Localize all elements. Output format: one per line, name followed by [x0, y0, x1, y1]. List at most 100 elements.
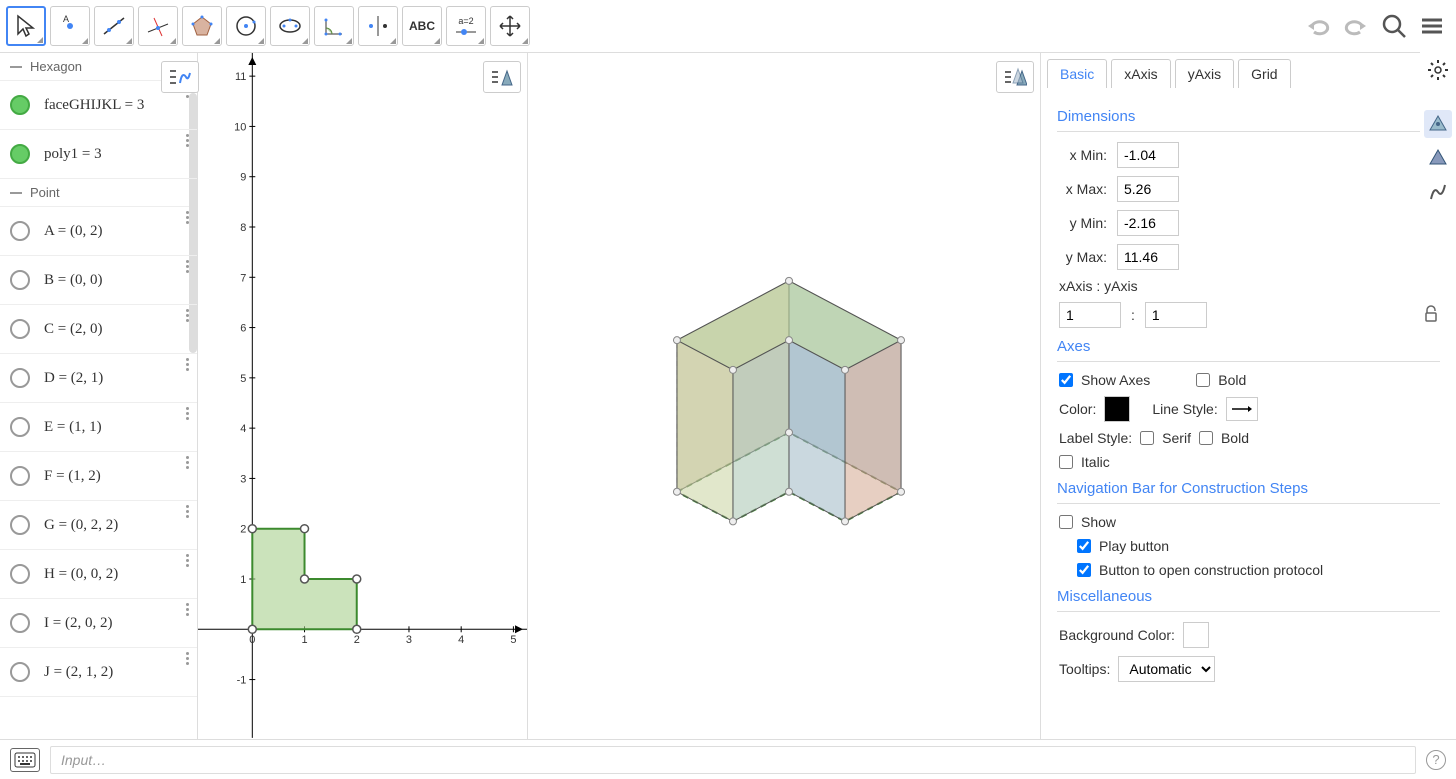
show-axes-checkbox[interactable] — [1059, 373, 1073, 387]
algebra-item[interactable]: G = (0, 2, 2) — [0, 501, 197, 550]
ellipse-tool[interactable] — [270, 6, 310, 46]
visibility-toggle[interactable] — [10, 613, 30, 633]
nav-protocol-label: Button to open construction protocol — [1099, 562, 1323, 578]
visibility-toggle[interactable] — [10, 270, 30, 290]
item-menu-icon[interactable] — [179, 358, 195, 371]
search-button[interactable] — [1376, 8, 1412, 44]
visibility-toggle[interactable] — [10, 417, 30, 437]
item-menu-icon[interactable] — [179, 134, 195, 147]
algebra-item[interactable]: I = (2, 0, 2) — [0, 599, 197, 648]
algebra-item[interactable]: B = (0, 0) — [0, 256, 197, 305]
svg-text:11: 11 — [235, 71, 246, 83]
graphics-style-button[interactable] — [483, 61, 521, 93]
ratio-y-input[interactable] — [1145, 302, 1207, 328]
xmin-input[interactable] — [1117, 142, 1179, 168]
view-3d-icon[interactable] — [1424, 144, 1452, 172]
ratio-label: xAxis : yAxis — [1059, 278, 1440, 294]
view-construction-icon[interactable] — [1424, 178, 1452, 206]
algebra-item[interactable]: J = (2, 1, 2) — [0, 648, 197, 697]
tab-basic[interactable]: Basic — [1047, 59, 1107, 88]
svg-text:5: 5 — [240, 373, 246, 385]
color-label: Color: — [1059, 401, 1096, 417]
item-menu-icon[interactable] — [179, 260, 195, 273]
angle-tool[interactable] — [314, 6, 354, 46]
slider-tool[interactable]: a=2 — [446, 6, 486, 46]
redo-button[interactable] — [1338, 8, 1374, 44]
tooltips-select[interactable]: Automatic — [1118, 656, 1215, 682]
xmax-input[interactable] — [1117, 176, 1179, 202]
nav-show-checkbox[interactable] — [1059, 515, 1073, 529]
settings-icon[interactable] — [1424, 56, 1452, 84]
item-menu-icon[interactable] — [179, 456, 195, 469]
bg-color-swatch[interactable] — [1183, 622, 1209, 648]
menu-button[interactable] — [1414, 8, 1450, 44]
svg-text:1: 1 — [301, 634, 307, 646]
svg-text:2: 2 — [240, 524, 246, 536]
italic-checkbox[interactable] — [1059, 455, 1073, 469]
serif-label: Serif — [1162, 430, 1191, 446]
item-menu-icon[interactable] — [179, 309, 195, 322]
serif-checkbox[interactable] — [1140, 431, 1154, 445]
item-menu-icon[interactable] — [179, 554, 195, 567]
item-menu-icon[interactable] — [179, 211, 195, 224]
svg-text:10: 10 — [234, 121, 246, 133]
bottom-bar: Input… ? — [0, 739, 1456, 779]
reflect-tool[interactable] — [358, 6, 398, 46]
move-tool[interactable] — [6, 6, 46, 46]
visibility-toggle[interactable] — [10, 564, 30, 584]
move-graphics-tool[interactable] — [490, 6, 530, 46]
circle-tool[interactable] — [226, 6, 266, 46]
visibility-toggle[interactable] — [10, 319, 30, 339]
algebra-item-label: poly1 = 3 — [44, 146, 102, 163]
group-header-point[interactable]: Point — [0, 179, 197, 207]
algebra-item[interactable]: H = (0, 0, 2) — [0, 550, 197, 599]
tab-grid[interactable]: Grid — [1238, 59, 1290, 88]
visibility-toggle[interactable] — [10, 515, 30, 535]
axes-bold-checkbox[interactable] — [1196, 373, 1210, 387]
nav-play-checkbox[interactable] — [1077, 539, 1091, 553]
text-tool[interactable]: ABC — [402, 6, 442, 46]
algebra-item[interactable]: D = (2, 1) — [0, 354, 197, 403]
view-graphics-icon[interactable] — [1424, 110, 1452, 138]
algebra-item[interactable]: A = (0, 2) — [0, 207, 197, 256]
item-menu-icon[interactable] — [179, 407, 195, 420]
lock-icon[interactable] — [1422, 305, 1440, 326]
algebra-item[interactable]: poly1 = 3 — [0, 130, 197, 179]
virtual-keyboard-button[interactable] — [10, 748, 40, 772]
tab-xaxis[interactable]: xAxis — [1111, 59, 1170, 88]
label-bold-checkbox[interactable] — [1199, 431, 1213, 445]
visibility-toggle[interactable] — [10, 662, 30, 682]
visibility-toggle[interactable] — [10, 144, 30, 164]
item-menu-icon[interactable] — [179, 652, 195, 665]
graphics3d-style-button[interactable] — [996, 61, 1034, 93]
svg-text:8: 8 — [240, 222, 246, 234]
algebra-item[interactable]: F = (1, 2) — [0, 452, 197, 501]
help-button[interactable]: ? — [1426, 750, 1446, 770]
visibility-toggle[interactable] — [10, 95, 30, 115]
input-bar[interactable]: Input… — [50, 746, 1416, 774]
ratio-x-input[interactable] — [1059, 302, 1121, 328]
undo-button[interactable] — [1300, 8, 1336, 44]
item-menu-icon[interactable] — [179, 505, 195, 518]
polygon-tool[interactable] — [182, 6, 222, 46]
item-menu-icon[interactable] — [179, 603, 195, 616]
ymax-label: y Max: — [1057, 249, 1107, 265]
algebra-item[interactable]: E = (1, 1) — [0, 403, 197, 452]
visibility-toggle[interactable] — [10, 466, 30, 486]
ymax-input[interactable] — [1117, 244, 1179, 270]
ymin-input[interactable] — [1117, 210, 1179, 236]
point-tool[interactable]: A — [50, 6, 90, 46]
algebra-style-button[interactable] — [161, 61, 199, 93]
algebra-item[interactable]: C = (2, 0) — [0, 305, 197, 354]
tab-yaxis[interactable]: yAxis — [1175, 59, 1234, 88]
graphics-view-2d[interactable]: 012345-11234567891011 — [198, 53, 528, 739]
visibility-toggle[interactable] — [10, 368, 30, 388]
visibility-toggle[interactable] — [10, 221, 30, 241]
perpendicular-tool[interactable] — [138, 6, 178, 46]
axes-color-swatch[interactable] — [1104, 396, 1130, 422]
algebra-item-label: F = (1, 2) — [44, 468, 101, 485]
line-tool[interactable] — [94, 6, 134, 46]
graphics-view-3d[interactable] — [528, 53, 1041, 739]
line-style-selector[interactable] — [1226, 397, 1258, 421]
nav-protocol-checkbox[interactable] — [1077, 563, 1091, 577]
